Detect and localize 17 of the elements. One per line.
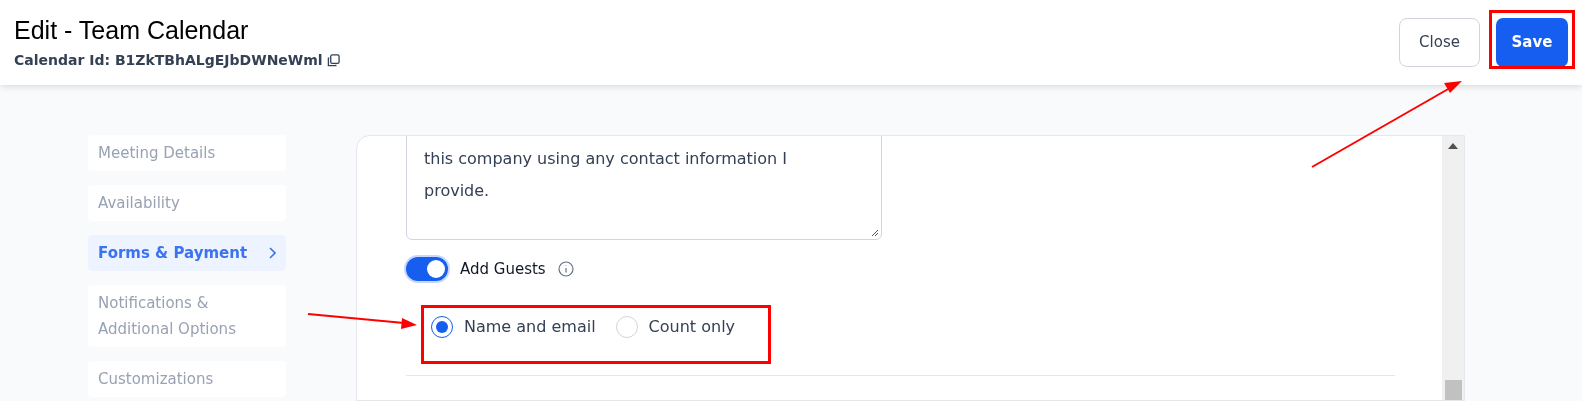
save-button[interactable]: Save	[1496, 18, 1568, 67]
scroll-thumb[interactable]	[1444, 380, 1462, 400]
page-title: Edit - Team Calendar	[14, 15, 250, 46]
resize-handle-icon[interactable]	[871, 229, 879, 237]
add-guests-label: Add Guests	[460, 258, 546, 280]
calendar-id: Calendar Id: B1ZkTBhALgEJbDWNeWml	[14, 51, 323, 70]
guest-option-radio[interactable]: Count only	[615, 315, 736, 339]
scroll-up-icon[interactable]	[1448, 143, 1458, 149]
close-button[interactable]: Close	[1399, 18, 1480, 67]
sidebar-item[interactable]: Forms & Payment	[88, 235, 286, 271]
info-icon[interactable]	[557, 261, 574, 277]
guest-option-radio[interactable]: Name and email	[431, 315, 596, 339]
consent-textarea[interactable]: this company using any contact information I provide.	[406, 136, 882, 240]
copy-icon[interactable]	[326, 54, 340, 67]
chevron-right-icon	[268, 247, 276, 259]
scrollbar[interactable]	[1442, 136, 1464, 400]
add-guests-toggle[interactable]	[406, 257, 448, 281]
